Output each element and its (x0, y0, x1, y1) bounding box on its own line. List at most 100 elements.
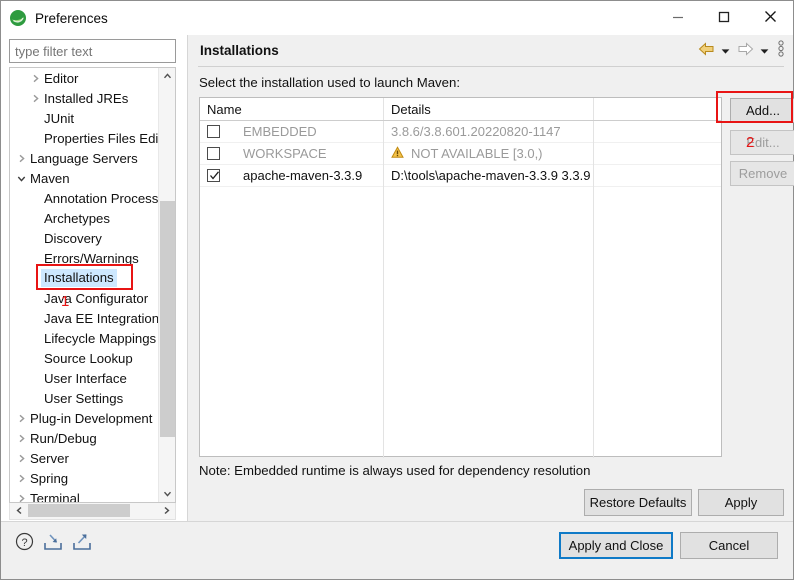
sidebar-item-errors-warnings[interactable]: Errors/Warnings (10, 248, 159, 268)
chevron-right-icon[interactable] (158, 503, 174, 518)
forward-history-dropdown[interactable] (758, 40, 771, 60)
table-row[interactable]: EMBEDDED 3.8.6/3.8.601.20220820-1147 (200, 121, 721, 143)
sidebar-item-spring[interactable]: Spring (10, 468, 159, 488)
import-icon[interactable] (43, 532, 63, 554)
chevron-right-icon[interactable] (28, 94, 42, 103)
sidebar-item-installed-jres[interactable]: Installed JREs (10, 88, 159, 108)
sidebar-item-editor[interactable]: Editor (10, 68, 159, 88)
chevron-up-icon[interactable] (159, 68, 176, 85)
checkbox-unchecked[interactable] (207, 147, 220, 160)
cell-name: apache-maven-3.3.9 (243, 168, 363, 183)
sidebar-item-junit[interactable]: JUnit (10, 108, 159, 128)
preference-tree[interactable]: Editor Installed JREs JUnit Properties File… (9, 67, 176, 503)
close-button[interactable] (747, 2, 793, 35)
sidebar-item-java-configurator[interactable]: Java Configurator (10, 288, 159, 308)
sidebar-item-source-lookup[interactable]: Source Lookup (10, 348, 159, 368)
tree-scroll-viewport[interactable]: Editor Installed JREs JUnit Properties File… (10, 68, 159, 502)
sidebar-item-label: Language Servers (30, 150, 138, 166)
forward-button (735, 40, 755, 60)
sidebar-item-maven[interactable]: Maven (10, 168, 159, 188)
sidebar-item-lifecycle-mappings[interactable]: Lifecycle Mappings (10, 328, 159, 348)
sidebar-item-discovery[interactable]: Discovery (10, 228, 159, 248)
sidebar-item-annotation-process[interactable]: Annotation Process (10, 188, 159, 208)
sidebar-item-label: JUnit (44, 110, 75, 126)
sidebar-item-label: Errors/Warnings (44, 250, 139, 266)
chevron-left-icon[interactable] (11, 503, 27, 518)
sidebar-item-server[interactable]: Server (10, 448, 159, 468)
column-header-name[interactable]: Name (200, 98, 384, 120)
chevron-right-icon[interactable] (14, 154, 28, 163)
restore-defaults-button[interactable]: Restore Defaults (584, 489, 692, 516)
add-button[interactable]: Add... (730, 98, 794, 123)
table-row[interactable]: WORKSPACE NOT AVAILABLE [3.0,) (200, 143, 721, 165)
sidebar-item-installations[interactable]: Installations (10, 268, 159, 288)
sidebar-item-user-interface[interactable]: User Interface (10, 368, 159, 388)
preferences-dialog: Preferences EditorInstalled JREsJ (0, 0, 794, 580)
checkbox-checked[interactable] (207, 169, 220, 182)
chevron-down-icon[interactable] (159, 485, 176, 502)
sidebar-item-properties-files-edi[interactable]: Properties Files Edi (10, 128, 159, 148)
chevron-right-icon[interactable] (14, 454, 28, 463)
sidebar-item-label: Java EE Integration (44, 310, 159, 326)
body-column-divider (383, 121, 384, 458)
tree-hscrollbar-thumb[interactable] (28, 504, 130, 517)
vertical-dots-icon (777, 40, 784, 60)
column-header-details[interactable]: Details (384, 98, 594, 120)
chevron-right-icon[interactable] (28, 74, 42, 83)
title-bar: Preferences (1, 1, 793, 35)
maximize-button[interactable] (701, 2, 747, 35)
chevron-down-icon[interactable] (14, 174, 28, 183)
preference-page: Installations Select the installation us… (187, 35, 794, 521)
checkbox-unchecked[interactable] (207, 125, 220, 138)
tree-item-list: Editor Installed JREs JUnit Properties File… (10, 68, 159, 502)
sidebar-item-label: Lifecycle Mappings (44, 330, 157, 346)
chevron-right-icon[interactable] (14, 494, 28, 503)
page-title: Installations (200, 42, 279, 58)
eclipse-logo-icon (9, 9, 27, 27)
help-circle-icon[interactable]: ? (15, 532, 34, 554)
sidebar-item-label: Plug-in Development (30, 410, 153, 426)
sidebar-item-label: Maven (30, 170, 70, 186)
arrow-right-icon (737, 41, 754, 59)
sidebar-item-terminal[interactable]: Terminal (10, 488, 159, 502)
sidebar-item-label: Installed JREs (44, 90, 129, 106)
sidebar-item-archetypes[interactable]: Archetypes (10, 208, 159, 228)
apply-button[interactable]: Apply (698, 489, 784, 516)
sidebar-item-label: Installations (41, 269, 117, 287)
tree-vertical-scrollbar[interactable] (158, 68, 175, 502)
export-icon[interactable] (72, 532, 92, 554)
sidebar-item-label: User Interface (44, 370, 127, 386)
apply-and-close-button[interactable]: Apply and Close (559, 532, 673, 559)
tree-horizontal-scrollbar[interactable] (9, 503, 176, 520)
sidebar-item-user-settings[interactable]: User Settings (10, 388, 159, 408)
cancel-button[interactable]: Cancel (680, 532, 778, 559)
sidebar-item-run-debug[interactable]: Run/Debug (10, 428, 159, 448)
installations-table[interactable]: Name Details EMBEDDED 3.8.6/3.8.601.20220… (199, 97, 722, 458)
chevron-right-icon[interactable] (14, 414, 28, 423)
cell-details: D:\tools\apache-maven-3.3.9 3.3.9 (391, 168, 590, 183)
column-header-extra[interactable] (594, 98, 721, 120)
tree-scrollbar-thumb[interactable] (160, 201, 175, 437)
sidebar-item-label: Spring (30, 470, 69, 486)
view-menu-button[interactable] (774, 40, 787, 60)
sidebar-item-java-ee-integration[interactable]: Java EE Integration (10, 308, 159, 328)
cell-name: EMBEDDED (243, 124, 317, 139)
page-header: Installations (188, 35, 794, 65)
sidebar-item-plug-in-development[interactable]: Plug-in Development (10, 408, 159, 428)
filter-input[interactable] (9, 39, 176, 63)
minimize-button[interactable] (655, 2, 701, 35)
sidebar-item-label: Editor (44, 70, 79, 86)
footer-icon-group: ? (15, 532, 92, 554)
chevron-right-icon[interactable] (14, 474, 28, 483)
table-body: EMBEDDED 3.8.6/3.8.601.20220820-1147 WORKS… (200, 121, 721, 187)
body-column-divider (593, 121, 594, 458)
back-history-dropdown[interactable] (719, 40, 732, 60)
cell-name: WORKSPACE (243, 146, 327, 161)
cell-details: 3.8.6/3.8.601.20220820-1147 (391, 124, 561, 139)
window-controls (655, 2, 793, 35)
table-row[interactable]: apache-maven-3.3.9 D:\tools\apache-maven-… (200, 165, 721, 187)
sidebar-item-language-servers[interactable]: Language Servers (10, 148, 159, 168)
chevron-right-icon[interactable] (14, 434, 28, 443)
header-divider (198, 66, 784, 67)
back-button[interactable] (696, 40, 716, 60)
